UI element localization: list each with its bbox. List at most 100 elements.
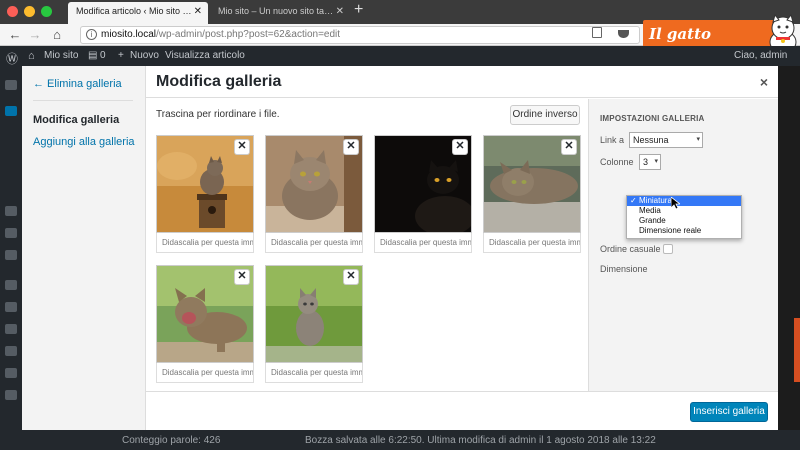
tools-icon[interactable] <box>5 346 17 356</box>
caption-input[interactable]: Didascalia per questa immagine <box>156 233 254 253</box>
editor-status-bar: Conteggio parole: 426 Bozza salvata alle… <box>0 430 800 450</box>
media-modal-menu: ← Elimina galleria Modifica galleria Agg… <box>22 66 146 430</box>
select-arrow-icon: ▾ <box>654 158 658 165</box>
size-option-large[interactable]: Grande <box>627 216 741 226</box>
orange-edge-tab <box>794 318 800 382</box>
new-tab-button[interactable]: + <box>354 1 363 19</box>
gallery-item-black-cat[interactable]: ✕ Didascalia per questa immagine <box>374 135 472 255</box>
remove-image-button[interactable]: ✕ <box>344 140 358 154</box>
home-icon[interactable]: ⌂ <box>28 50 35 62</box>
page-title: Modifica galleria <box>156 73 282 90</box>
option-label: Grande <box>639 216 666 225</box>
dashboard-icon[interactable] <box>5 80 17 90</box>
tab-close-icon[interactable]: ✕ <box>336 6 344 17</box>
size-dropdown[interactable]: ✓ Miniatura Media Grande Dimensione real… <box>626 195 742 239</box>
close-window-icon[interactable] <box>7 6 18 17</box>
size-label: Dimensione <box>600 264 648 274</box>
tab-site[interactable]: Mio sito – Un nuovo sito targato WordPre… <box>210 2 350 24</box>
tab-title: Modifica articolo ‹ Mio sito — WordPress <box>76 6 192 16</box>
gallery-settings: IMPOSTAZIONI GALLERIA Link a Nessuna ▾ C… <box>588 99 778 391</box>
tab-edit-post[interactable]: Modifica articolo ‹ Mio sito — WordPress… <box>68 2 208 24</box>
plugins-icon[interactable] <box>5 302 17 312</box>
instructions-text: Trascina per riordinare i file. <box>156 109 280 120</box>
pages-icon[interactable] <box>5 228 17 238</box>
menu-item-add-to-gallery[interactable]: Aggiungi alla galleria <box>33 136 135 148</box>
insert-gallery-button[interactable]: Inserisci galleria <box>690 402 768 422</box>
users-icon[interactable] <box>5 324 17 334</box>
address-bar[interactable]: i miosito.local/wp-admin/post.php?post=6… <box>80 26 640 44</box>
mouse-cursor-icon <box>671 197 680 210</box>
columns-select[interactable]: 3 ▾ <box>639 154 661 170</box>
image-thumbnail[interactable]: ✕ <box>374 135 472 233</box>
remove-image-button[interactable]: ✕ <box>344 270 358 284</box>
close-icon[interactable]: × <box>760 74 768 90</box>
media-icon[interactable] <box>5 206 17 216</box>
posts-icon[interactable] <box>5 106 17 116</box>
caption-input[interactable]: Didascalia per questa immagine <box>156 363 254 383</box>
link-to-select[interactable]: Nessuna ▾ <box>629 132 703 148</box>
remove-image-button[interactable]: ✕ <box>235 270 249 284</box>
image-thumbnail[interactable]: ✕ <box>265 135 363 233</box>
image-thumbnail[interactable]: ✕ <box>483 135 581 233</box>
site-name-link[interactable]: Mio sito <box>44 50 78 61</box>
link-to-value: Nessuna <box>633 135 669 145</box>
size-option-thumbnail[interactable]: ✓ Miniatura <box>627 196 741 206</box>
view-post-link[interactable]: Visualizza articolo <box>165 50 245 61</box>
caption-input[interactable]: Didascalia per questa immagine <box>265 363 363 383</box>
caption-input[interactable]: Didascalia per questa immagine <box>483 233 581 253</box>
menu-item-edit-gallery[interactable]: Modifica galleria <box>33 114 119 126</box>
greeting-link[interactable]: Ciao, admin <box>734 50 787 61</box>
caption-input[interactable]: Didascalia per questa immagine <box>374 233 472 253</box>
menu-separator <box>33 100 133 101</box>
random-order-checkbox[interactable] <box>663 244 673 254</box>
comments-icon[interactable]: ▤ <box>88 50 97 61</box>
word-count: Conteggio parole: 426 <box>122 435 221 446</box>
tab-title: Mio sito – Un nuovo sito targato WordPre… <box>218 6 334 16</box>
url-host: miosito.local <box>101 29 157 40</box>
gallery-item-cat-on-birdhouse[interactable]: ✕ Didascalia per questa immagine <box>156 135 254 255</box>
gallery-item-cat-lying-on-wall[interactable]: ✕ Didascalia per questa immagine <box>483 135 581 255</box>
reverse-order-button[interactable]: Ordine inverso <box>510 105 580 125</box>
columns-value: 3 <box>643 157 649 167</box>
info-icon[interactable]: i <box>86 29 97 40</box>
modal-footer: Inserisci galleria <box>146 391 778 430</box>
option-label: Dimensione reale <box>639 226 702 235</box>
size-option-medium[interactable]: Media <box>627 206 741 216</box>
minimize-window-icon[interactable] <box>24 6 35 17</box>
comments-icon[interactable] <box>5 250 17 260</box>
caption-input[interactable]: Didascalia per questa immagine <box>265 233 363 253</box>
tab-close-icon[interactable]: ✕ <box>194 6 202 17</box>
back-icon[interactable]: ← <box>6 26 24 44</box>
remove-image-button[interactable]: ✕ <box>235 140 249 154</box>
reader-view-icon[interactable] <box>592 27 602 38</box>
new-icon[interactable]: + <box>118 50 124 61</box>
image-thumbnail[interactable]: ✕ <box>156 135 254 233</box>
forward-icon[interactable]: → <box>26 26 44 44</box>
option-label: Miniatura <box>639 196 672 205</box>
size-option-full[interactable]: Dimensione reale <box>627 226 741 236</box>
image-thumbnail[interactable]: ✕ <box>156 265 254 363</box>
link-to-label: Link a <box>600 135 625 145</box>
modal-header: Modifica galleria × <box>146 66 778 98</box>
wp-admin-bar: Ⓦ ⌂ Mio sito ▤ 0 + Nuovo Visualizza arti… <box>0 46 800 66</box>
gallery-item-kitten-in-grass[interactable]: ✕ Didascalia per questa immagine <box>265 265 363 385</box>
wp-admin-menu <box>0 66 22 450</box>
wordpress-icon[interactable]: Ⓦ <box>6 50 18 67</box>
edit-gallery-modal: ← Elimina galleria Modifica galleria Agg… <box>22 66 778 430</box>
collapse-icon[interactable] <box>5 390 17 400</box>
remove-image-button[interactable]: ✕ <box>453 140 467 154</box>
settings-icon[interactable] <box>5 368 17 378</box>
appearance-icon[interactable] <box>5 280 17 290</box>
url-path: /wp-admin/post.php?post=62&action=edit <box>156 29 341 40</box>
check-icon: ✓ <box>630 196 637 205</box>
home-icon[interactable]: ⌂ <box>48 26 66 44</box>
image-thumbnail[interactable]: ✕ <box>265 265 363 363</box>
columns-label: Colonne <box>600 157 634 167</box>
gallery-item-tabby-cat-portrait[interactable]: ✕ Didascalia per questa immagine <box>265 135 363 255</box>
delete-gallery-link[interactable]: ← Elimina galleria <box>33 78 122 90</box>
gallery-item-cat-yawning[interactable]: ✕ Didascalia per questa immagine <box>156 265 254 385</box>
new-link[interactable]: Nuovo <box>130 50 159 61</box>
remove-image-button[interactable]: ✕ <box>562 140 576 154</box>
maximize-window-icon[interactable] <box>41 6 52 17</box>
comments-count[interactable]: 0 <box>100 50 106 61</box>
